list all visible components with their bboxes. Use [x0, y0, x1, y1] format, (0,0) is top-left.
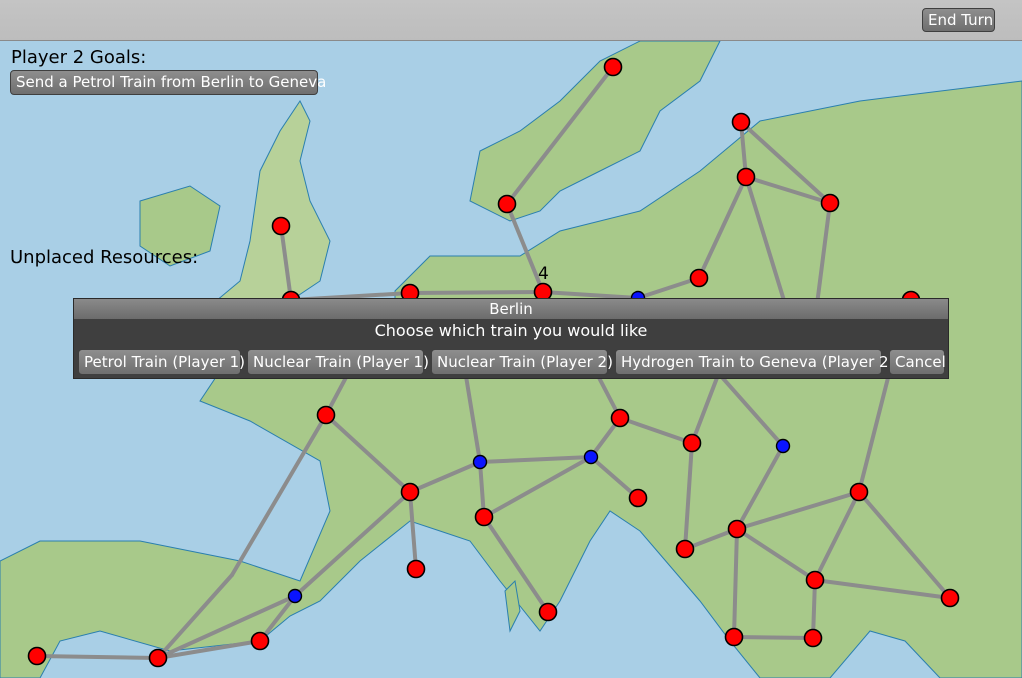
city-node[interactable]	[940, 588, 960, 608]
city-node[interactable]	[675, 539, 695, 559]
hydrogen-train-geneva-player2-button[interactable]: Hydrogen Train to Geneva (Player 2)	[615, 349, 894, 375]
goals-heading: Player 2 Goals:	[11, 47, 147, 68]
city-node[interactable]	[148, 648, 168, 668]
city-node[interactable]	[406, 559, 426, 579]
city-node[interactable]	[820, 193, 840, 213]
city-resource-count: 4	[538, 264, 549, 284]
end-turn-button[interactable]: End Turn	[922, 8, 995, 32]
city-node[interactable]	[803, 628, 823, 648]
rail-track	[35, 654, 160, 660]
city-node[interactable]	[610, 408, 630, 428]
nuclear-train-player2-button[interactable]: Nuclear Train (Player 2)	[431, 349, 613, 375]
goal-button[interactable]: Send a Petrol Train from Berlin to Genev…	[10, 70, 326, 95]
city-node[interactable]	[628, 488, 648, 508]
petrol-train-player1-button[interactable]: Petrol Train (Player 1)	[78, 349, 245, 375]
city-node[interactable]	[849, 482, 869, 502]
city-node[interactable]	[727, 519, 747, 539]
city-node[interactable]	[538, 602, 558, 622]
city-node[interactable]	[736, 167, 756, 187]
dialog-title: Berlin	[74, 299, 948, 319]
dialog-message: Choose which train you would like	[374, 321, 648, 340]
city-node[interactable]	[497, 194, 517, 214]
nuclear-train-player1-button[interactable]: Nuclear Train (Player 1)	[247, 349, 429, 375]
city-node[interactable]	[682, 433, 702, 453]
city-node[interactable]	[27, 646, 47, 666]
city-node[interactable]	[603, 57, 623, 77]
city-node[interactable]	[805, 570, 825, 590]
city-node[interactable]	[724, 627, 744, 647]
city-node[interactable]	[271, 216, 291, 236]
city-node[interactable]	[474, 507, 494, 527]
city-node[interactable]	[731, 112, 751, 132]
junction-node[interactable]	[583, 449, 599, 465]
rail-track	[732, 635, 815, 640]
train-choice-dialog: Berlin Choose which train you would like…	[73, 298, 949, 379]
city-node[interactable]	[400, 482, 420, 502]
junction-node[interactable]	[287, 588, 303, 604]
city-node[interactable]	[689, 268, 709, 288]
rail-track	[408, 290, 545, 295]
city-node[interactable]	[250, 631, 270, 651]
unplaced-resources-heading: Unplaced Resources:	[10, 247, 199, 268]
cancel-button[interactable]: Cancel	[889, 349, 946, 375]
top-toolbar: End Turn	[0, 0, 1022, 41]
city-node[interactable]	[316, 405, 336, 425]
junction-node[interactable]	[472, 454, 488, 470]
junction-node[interactable]	[775, 438, 791, 454]
